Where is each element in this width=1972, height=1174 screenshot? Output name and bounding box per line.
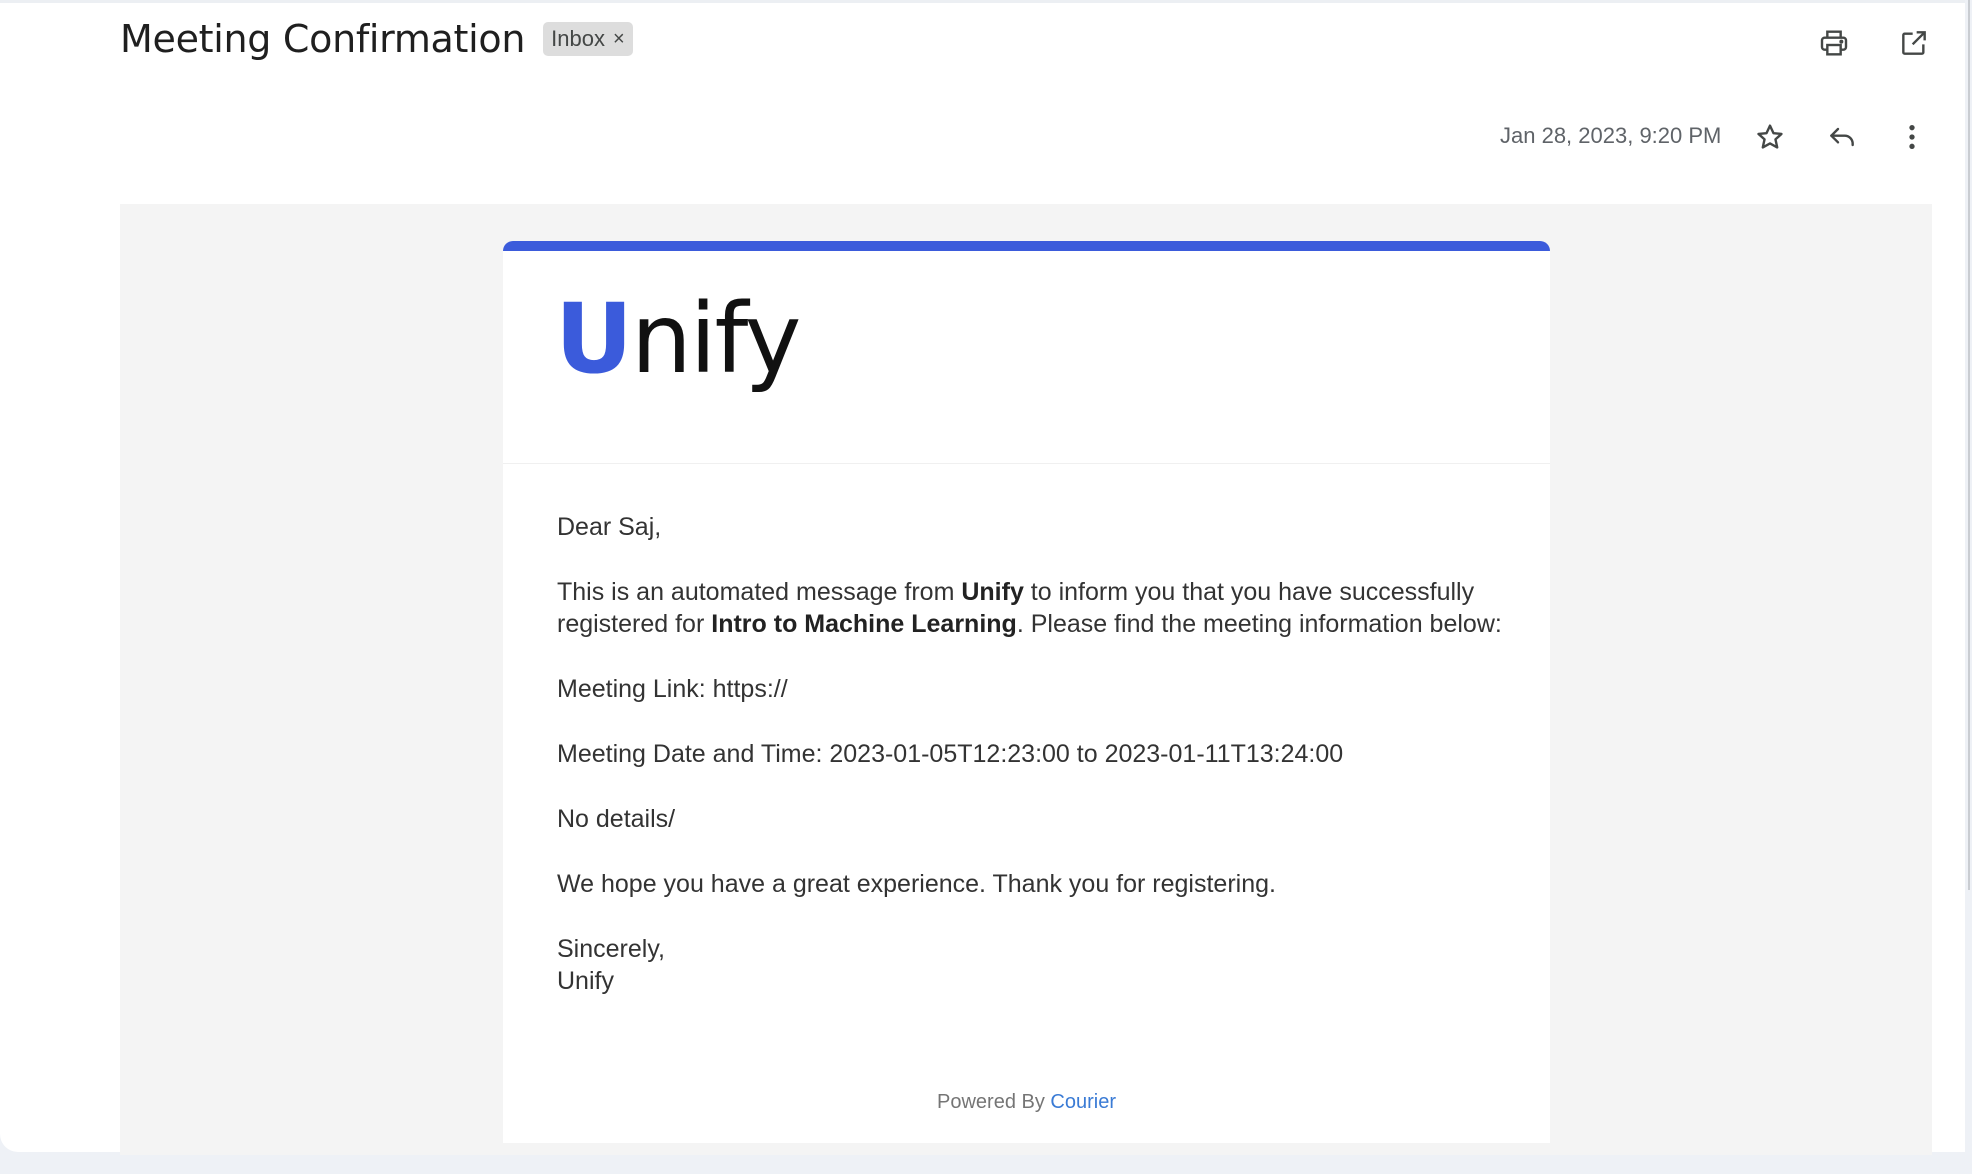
open-in-new-window-icon xyxy=(1902,31,1926,55)
print-icon xyxy=(1820,30,1848,56)
signature: Unify xyxy=(557,967,614,995)
powered-by-text: Powered By xyxy=(937,1091,1051,1113)
email-view: Meeting Confirmation Inbox × Jan 28, 202… xyxy=(0,0,1965,1155)
remove-label-icon[interactable]: × xyxy=(613,29,625,49)
email-body-text: Dear Saj, This is an automated message f… xyxy=(557,511,1517,997)
meeting-link-line: Meeting Link: https:// xyxy=(557,675,788,703)
email-card-header: Unify xyxy=(503,251,1550,464)
courier-link[interactable]: Courier xyxy=(1050,1091,1116,1113)
logo-letter-u: U xyxy=(555,283,633,395)
unify-logo: Unify xyxy=(555,291,801,387)
reply-button[interactable] xyxy=(1820,115,1864,159)
label-chip-text: Inbox xyxy=(551,25,605,51)
inbox-label-chip[interactable]: Inbox × xyxy=(543,22,633,56)
subject-row: Meeting Confirmation Inbox × xyxy=(120,17,633,61)
star-icon xyxy=(1757,124,1783,149)
closing-line: We hope you have a great experience. Tha… xyxy=(557,870,1276,898)
details-line: No details/ xyxy=(557,805,676,833)
scrollbar-edge[interactable] xyxy=(1968,0,1970,890)
meeting-datetime-line: Meeting Date and Time: 2023-01-05T12:23:… xyxy=(557,740,1344,768)
intro-text-1: This is an automated message from xyxy=(557,578,962,606)
signoff: Sincerely, xyxy=(557,935,665,963)
print-button[interactable] xyxy=(1812,21,1856,65)
email-subject: Meeting Confirmation xyxy=(120,17,526,61)
intro-event-name: Intro to Machine Learning xyxy=(711,610,1017,638)
star-button[interactable] xyxy=(1748,115,1792,159)
open-in-new-window-button[interactable] xyxy=(1892,21,1936,65)
greeting: Dear Saj, xyxy=(557,513,662,541)
intro-text-3: . Please find the meeting information be… xyxy=(1016,610,1502,638)
logo-text-rest: nify xyxy=(630,283,801,395)
more-options-button[interactable] xyxy=(1890,115,1934,159)
more-vertical-icon xyxy=(1909,125,1915,149)
powered-by-footer: Powered By Courier xyxy=(503,1091,1550,1114)
email-date: Jan 28, 2023, 9:20 PM xyxy=(1500,123,1722,148)
intro-org-name: Unify xyxy=(961,578,1024,606)
reply-icon xyxy=(1830,127,1854,147)
intro-paragraph: This is an automated message from Unify … xyxy=(557,576,1517,640)
email-card: Unify Dear Saj, This is an automated mes… xyxy=(503,241,1550,1143)
